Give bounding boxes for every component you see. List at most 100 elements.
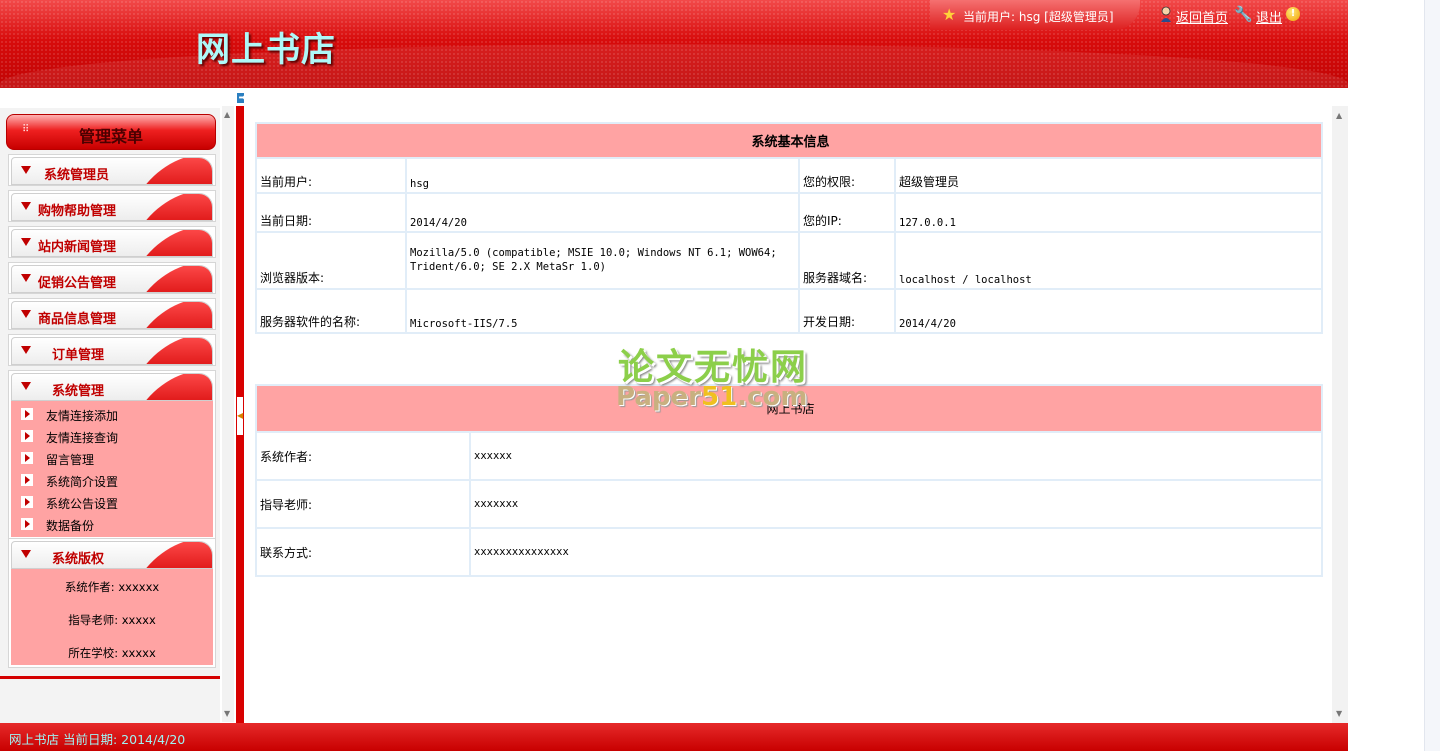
- sidebar: ⠿ 管理菜单 系统管理员 购物帮助管理 站内新闻管理 促销公告管理 商品信息管理…: [0, 88, 220, 723]
- info-label: 服务器域名:: [798, 231, 896, 290]
- sidebar-bottom-bar: [0, 676, 220, 679]
- header-wing: [135, 374, 212, 400]
- info-label: 您的IP:: [798, 192, 896, 233]
- window-edge: [1424, 0, 1440, 751]
- user-info-bar: ★ 当前用户: hsg [超级管理员]: [930, 0, 1140, 30]
- author-label: 系统作者:: [255, 431, 471, 481]
- table-row: 浏览器版本: Mozilla/5.0 (compatible; MSIE 10.…: [255, 231, 1324, 290]
- section-header[interactable]: 购物帮助管理: [11, 193, 213, 221]
- submenu-item-label: 友情连接查询: [46, 431, 119, 445]
- section-label: 订单管理: [52, 348, 105, 363]
- section-header[interactable]: 系统管理员: [11, 157, 213, 185]
- table-row: 当前用户: hsg 您的权限: 超级管理员: [255, 157, 1324, 194]
- scroll-up-icon[interactable]: ▲: [1336, 111, 1342, 120]
- menu-title-bar: ⠿ 管理菜单: [6, 114, 216, 150]
- header-wing: [135, 158, 212, 184]
- watermark-en-part: .com: [737, 382, 808, 412]
- section-label: 系统管理员: [44, 168, 110, 183]
- submenu-item-label: 友情连接添加: [46, 409, 119, 423]
- section-header[interactable]: 系统版权: [11, 541, 213, 569]
- copyright-teacher: 指导老师: xxxxx: [68, 613, 156, 627]
- triangle-down-icon: [21, 238, 31, 246]
- arrow-right-icon: [21, 474, 33, 486]
- author-value: xxxxxxxxxxxxxxx: [468, 527, 1324, 577]
- alert-icon: !: [1286, 7, 1300, 21]
- info-value: 2014/4/20: [405, 192, 800, 233]
- submenu-item-notice-settings[interactable]: 系统公告设置: [11, 491, 213, 513]
- section-label: 系统管理: [52, 384, 105, 399]
- section-header[interactable]: 商品信息管理: [11, 301, 213, 329]
- info-label: 开发日期:: [798, 288, 896, 334]
- submenu-item-intro-settings[interactable]: 系统简介设置: [11, 469, 213, 491]
- system-info-heading: 系统基本信息: [254, 122, 1324, 159]
- submenu-item-link-add[interactable]: 友情连接添加: [11, 403, 213, 425]
- wrench-icon: 🔧: [1234, 5, 1253, 23]
- table-row: 系统作者: xxxxxx: [255, 431, 1324, 481]
- section-header[interactable]: 站内新闻管理: [11, 229, 213, 257]
- submenu-item-label: 系统简介设置: [46, 475, 119, 489]
- user-icon: [1161, 6, 1171, 22]
- table-row: 服务器软件的名称: Microsoft-IIS/7.5 开发日期: 2014/4…: [255, 288, 1324, 334]
- sidebar-section-copyright[interactable]: 系统版权 系统作者: xxxxxx 指导老师: xxxxx 所在学校: xxxx…: [8, 538, 216, 668]
- header-banner: 网上书店 ★ 当前用户: hsg [超级管理员] 返回首页 🔧 退出 !: [0, 0, 1348, 88]
- section-label: 站内新闻管理: [38, 240, 117, 255]
- info-label: 当前用户:: [255, 157, 407, 194]
- info-value: 127.0.0.1: [893, 192, 1324, 233]
- sidebar-section-system-admin[interactable]: 系统管理员: [8, 154, 216, 186]
- triangle-down-icon: [21, 202, 31, 210]
- sidebar-scrollbar[interactable]: ▲ ▼: [222, 106, 234, 722]
- current-user-label: 当前用户: hsg [超级管理员]: [963, 10, 1114, 24]
- copyright-author: 系统作者: xxxxxx: [64, 580, 160, 594]
- submenu-item-messages[interactable]: 留言管理: [11, 447, 213, 469]
- sidebar-section-promotions[interactable]: 促销公告管理: [8, 262, 216, 294]
- main-scrollbar[interactable]: ▲ ▼: [1332, 106, 1348, 723]
- scroll-up-icon[interactable]: ▲: [224, 110, 230, 119]
- section-label: 系统版权: [52, 552, 105, 567]
- main-top-gap: [244, 88, 1348, 106]
- header-wing: [135, 302, 212, 328]
- info-label: 您的权限:: [798, 157, 896, 194]
- info-value: localhost / localhost: [893, 231, 1324, 290]
- arrow-right-icon: [21, 430, 33, 442]
- section-label: 购物帮助管理: [38, 204, 117, 219]
- submenu-item-link-query[interactable]: 友情连接查询: [11, 425, 213, 447]
- watermark-en-part: 51: [700, 382, 738, 412]
- site-title: 网上书店: [196, 30, 336, 70]
- footer-text: 网上书店 当前日期: 2014/4/20: [9, 732, 186, 747]
- submenu-item-backup[interactable]: 数据备份: [11, 513, 213, 535]
- star-icon: ★: [942, 5, 957, 24]
- table-row: 指导老师: xxxxxxx: [255, 479, 1324, 529]
- scroll-down-icon[interactable]: ▼: [224, 709, 230, 718]
- section-header[interactable]: 订单管理: [11, 337, 213, 365]
- table-row: 当前日期: 2014/4/20 您的IP: 127.0.0.1: [255, 192, 1324, 233]
- author-label: 联系方式:: [255, 527, 471, 577]
- scroll-down-icon[interactable]: ▼: [1336, 709, 1342, 718]
- triangle-down-icon: [21, 310, 31, 318]
- section-header[interactable]: 促销公告管理: [11, 265, 213, 293]
- arrow-right-icon: [21, 496, 33, 508]
- triangle-down-icon: [21, 166, 31, 174]
- footer-bar: 网上书店 当前日期: 2014/4/20: [0, 723, 1348, 751]
- sidebar-section-site-news[interactable]: 站内新闻管理: [8, 226, 216, 258]
- info-value: Mozilla/5.0 (compatible; MSIE 10.0; Wind…: [405, 231, 800, 290]
- logout-link[interactable]: 退出: [1256, 7, 1282, 26]
- sidebar-section-orders[interactable]: 订单管理: [8, 334, 216, 366]
- sidebar-section-shopping-help[interactable]: 购物帮助管理: [8, 190, 216, 222]
- section-header[interactable]: 系统管理: [11, 373, 213, 401]
- sidebar-section-system[interactable]: 系统管理 友情连接添加 友情连接查询 留言管理 系统简介设置 系统公告设置 数据…: [8, 370, 216, 540]
- author-value: xxxxxxx: [468, 479, 1324, 529]
- header-wing: [135, 266, 212, 292]
- info-value: 超级管理员: [893, 157, 1324, 194]
- triangle-down-icon: [21, 382, 31, 390]
- submenu: 友情连接添加 友情连接查询 留言管理 系统简介设置 系统公告设置 数据备份: [11, 401, 213, 537]
- watermark-en: Paper51.com: [616, 382, 807, 412]
- sidebar-toggle-handle[interactable]: ◀: [236, 396, 244, 436]
- arrow-right-icon: [21, 452, 33, 464]
- section-label: 商品信息管理: [38, 312, 117, 327]
- header-wing: [135, 338, 212, 364]
- arrow-right-icon: [21, 518, 33, 530]
- info-value: hsg: [405, 157, 800, 194]
- home-link[interactable]: 返回首页: [1176, 7, 1228, 26]
- menu-title: 管理菜单: [78, 127, 143, 146]
- sidebar-section-products[interactable]: 商品信息管理: [8, 298, 216, 330]
